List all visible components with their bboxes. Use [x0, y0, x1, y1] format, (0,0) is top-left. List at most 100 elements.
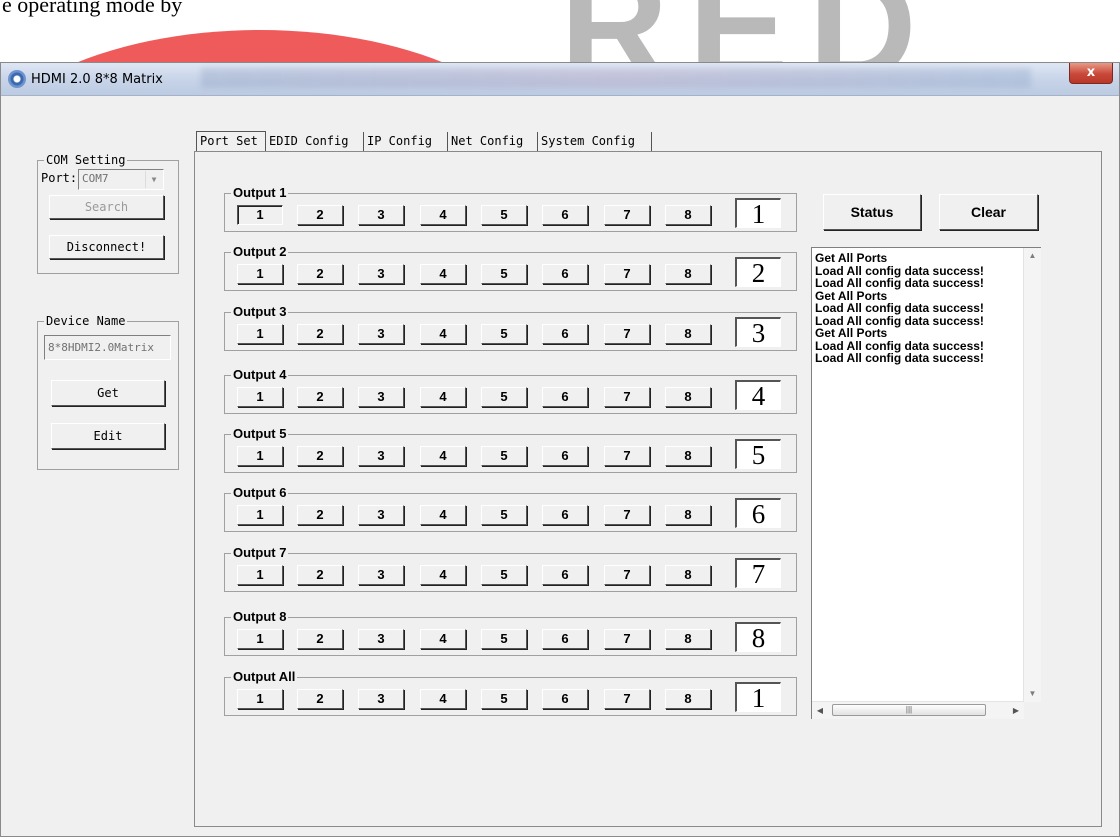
- input-button[interactable]: 3: [358, 565, 404, 585]
- input-button[interactable]: 8: [665, 264, 711, 284]
- input-button[interactable]: 2: [297, 689, 343, 709]
- input-button[interactable]: 1: [237, 629, 283, 649]
- output-label: Output 3: [231, 304, 289, 319]
- input-button[interactable]: 8: [665, 505, 711, 525]
- input-button[interactable]: 2: [297, 446, 343, 466]
- scroll-left-icon[interactable]: ◀: [812, 702, 828, 719]
- input-button[interactable]: 1: [237, 505, 283, 525]
- input-button[interactable]: 7: [604, 446, 650, 466]
- input-button[interactable]: 4: [420, 565, 466, 585]
- input-button[interactable]: 7: [604, 565, 650, 585]
- input-button[interactable]: 4: [420, 324, 466, 344]
- input-button[interactable]: 5: [481, 264, 527, 284]
- tab-edid-config[interactable]: EDID Config: [266, 132, 364, 151]
- scroll-down-icon[interactable]: ▼: [1024, 686, 1041, 702]
- input-button[interactable]: 5: [481, 505, 527, 525]
- input-button[interactable]: 6: [542, 446, 588, 466]
- input-button[interactable]: 5: [481, 205, 527, 225]
- input-button[interactable]: 1: [237, 689, 283, 709]
- input-button[interactable]: 5: [481, 689, 527, 709]
- input-button[interactable]: 8: [665, 689, 711, 709]
- input-button[interactable]: 2: [297, 629, 343, 649]
- input-button[interactable]: 3: [358, 446, 404, 466]
- title-bar: HDMI 2.0 8*8 Matrix x: [1, 63, 1119, 96]
- input-button[interactable]: 6: [542, 505, 588, 525]
- input-button[interactable]: 3: [358, 387, 404, 407]
- clear-button[interactable]: Clear: [939, 194, 1038, 230]
- input-button[interactable]: 7: [604, 689, 650, 709]
- input-button[interactable]: 6: [542, 629, 588, 649]
- vertical-scrollbar[interactable]: ▲ ▼: [1023, 248, 1041, 702]
- input-button[interactable]: 5: [481, 387, 527, 407]
- input-button[interactable]: 3: [358, 629, 404, 649]
- input-button[interactable]: 5: [481, 446, 527, 466]
- input-button[interactable]: 3: [358, 324, 404, 344]
- input-button[interactable]: 6: [542, 387, 588, 407]
- input-button[interactable]: 4: [420, 387, 466, 407]
- input-button[interactable]: 6: [542, 565, 588, 585]
- input-button[interactable]: 4: [420, 629, 466, 649]
- search-button[interactable]: Search: [49, 195, 164, 219]
- close-button[interactable]: x: [1069, 63, 1113, 84]
- input-button[interactable]: 1: [237, 205, 283, 225]
- horizontal-scrollbar[interactable]: ◀ ||| ▶: [812, 701, 1024, 719]
- status-button[interactable]: Status: [823, 194, 921, 230]
- input-button[interactable]: 4: [420, 446, 466, 466]
- input-button[interactable]: 4: [420, 505, 466, 525]
- input-button[interactable]: 8: [665, 446, 711, 466]
- log-lines: Get All Ports Load All config data succes…: [815, 252, 984, 365]
- input-button[interactable]: 5: [481, 565, 527, 585]
- input-button[interactable]: 4: [420, 689, 466, 709]
- input-button[interactable]: 1: [237, 565, 283, 585]
- input-button[interactable]: 3: [358, 264, 404, 284]
- input-button[interactable]: 6: [542, 324, 588, 344]
- input-button[interactable]: 8: [665, 324, 711, 344]
- input-button[interactable]: 2: [297, 387, 343, 407]
- input-button[interactable]: 1: [237, 387, 283, 407]
- com-setting-legend: COM Setting: [44, 153, 128, 167]
- edit-button[interactable]: Edit: [51, 423, 165, 449]
- input-button[interactable]: 1: [237, 446, 283, 466]
- input-button[interactable]: 8: [665, 629, 711, 649]
- input-button[interactable]: 8: [665, 387, 711, 407]
- input-button[interactable]: 1: [237, 324, 283, 344]
- output-group: Output 7123456787: [224, 546, 797, 592]
- tab-system-config[interactable]: System Config: [538, 132, 652, 151]
- scroll-right-icon[interactable]: ▶: [1008, 702, 1024, 719]
- tab-port-set[interactable]: Port Set: [196, 131, 266, 152]
- input-button[interactable]: 7: [604, 264, 650, 284]
- log-box[interactable]: Get All Ports Load All config data succes…: [811, 247, 1041, 719]
- disconnect-button[interactable]: Disconnect!: [49, 235, 164, 259]
- input-button[interactable]: 7: [604, 324, 650, 344]
- input-button[interactable]: 2: [297, 205, 343, 225]
- input-button[interactable]: 3: [358, 505, 404, 525]
- input-button[interactable]: 5: [481, 629, 527, 649]
- port-select[interactable]: COM7 ▼: [78, 169, 164, 190]
- input-button[interactable]: 5: [481, 324, 527, 344]
- input-button[interactable]: 3: [358, 689, 404, 709]
- input-button[interactable]: 7: [604, 387, 650, 407]
- input-button[interactable]: 8: [665, 565, 711, 585]
- output-label: Output 5: [231, 426, 289, 441]
- input-button[interactable]: 3: [358, 205, 404, 225]
- input-button[interactable]: 4: [420, 205, 466, 225]
- input-button[interactable]: 1: [237, 264, 283, 284]
- input-button[interactable]: 7: [604, 505, 650, 525]
- scroll-up-icon[interactable]: ▲: [1024, 248, 1041, 264]
- input-button[interactable]: 4: [420, 264, 466, 284]
- input-button[interactable]: 2: [297, 565, 343, 585]
- input-button[interactable]: 6: [542, 205, 588, 225]
- input-button[interactable]: 2: [297, 324, 343, 344]
- input-button[interactable]: 7: [604, 629, 650, 649]
- input-button[interactable]: 6: [542, 264, 588, 284]
- tab-net-config[interactable]: Net Config: [448, 132, 538, 151]
- device-name-field[interactable]: 8*8HDMI2.0Matrix: [44, 335, 171, 360]
- scroll-thumb[interactable]: |||: [832, 704, 986, 716]
- get-button[interactable]: Get: [51, 380, 165, 406]
- input-button[interactable]: 7: [604, 205, 650, 225]
- tab-ip-config[interactable]: IP Config: [364, 132, 448, 151]
- input-button[interactable]: 6: [542, 689, 588, 709]
- input-button[interactable]: 8: [665, 205, 711, 225]
- input-button[interactable]: 2: [297, 264, 343, 284]
- input-button[interactable]: 2: [297, 505, 343, 525]
